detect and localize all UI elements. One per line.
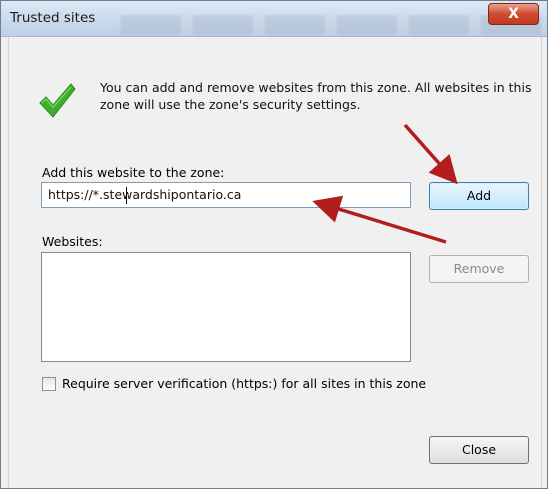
close-icon: X xyxy=(508,6,519,22)
remove-button[interactable]: Remove xyxy=(429,255,529,283)
website-url-input[interactable]: https://*.stewardshipontario.ca xyxy=(41,182,411,208)
close-button[interactable]: Close xyxy=(429,436,529,464)
websites-list[interactable] xyxy=(41,252,411,362)
website-url-value: https://*.stewardshipontario.ca xyxy=(48,187,242,202)
title-bar[interactable]: Trusted sites X xyxy=(1,1,547,37)
require-verification-label[interactable]: Require server verification (https:) for… xyxy=(62,376,426,391)
green-checkmark-icon xyxy=(39,83,76,118)
text-cursor xyxy=(126,187,127,204)
websites-label: Websites: xyxy=(42,234,103,249)
zone-info-text: You can add and remove websites from thi… xyxy=(100,80,532,112)
require-verification-checkbox[interactable] xyxy=(42,377,56,391)
background-tabs xyxy=(121,15,541,35)
close-window-button[interactable]: X xyxy=(488,3,539,25)
trusted-sites-dialog: Trusted sites X You can add and remove w… xyxy=(0,0,548,489)
add-button[interactable]: Add xyxy=(429,182,529,210)
add-website-label: Add this website to the zone: xyxy=(42,165,225,180)
window-title: Trusted sites xyxy=(10,10,96,26)
